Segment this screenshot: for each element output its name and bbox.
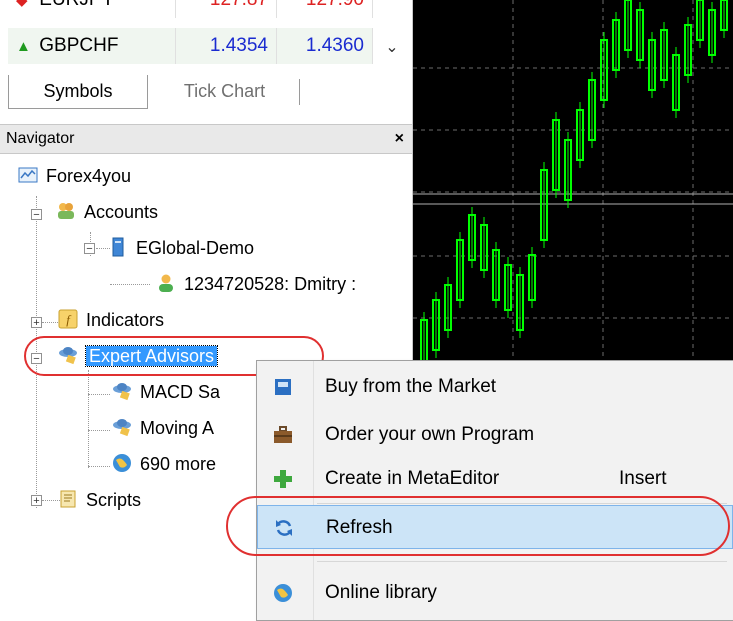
market-watch-row[interactable]: ◆ EURJPY 127.87 127.90: [8, 0, 373, 18]
tree-line: [88, 370, 89, 468]
indicator-icon: f: [58, 309, 78, 329]
server-icon: [112, 237, 124, 257]
tree-item-label: Forex4you: [46, 166, 132, 186]
tab-tick-chart[interactable]: Tick Chart: [150, 79, 300, 105]
tree-line: [88, 466, 110, 467]
expert-advisor-icon: [113, 383, 131, 401]
navigator-header: Navigator ×: [0, 124, 412, 154]
expand-icon[interactable]: +: [31, 317, 42, 329]
market-watch-table: ◆ EURJPY 127.87 127.90 ▲ GBPCHF 1.4354 1…: [0, 0, 412, 75]
menu-item-label: Order your own Program: [325, 424, 535, 445]
plus-icon: [274, 470, 292, 488]
tree-line: [88, 394, 110, 395]
terminal-icon: [18, 167, 38, 183]
context-menu: Buy from the Market Order your own Progr…: [256, 360, 733, 621]
tree-item-label: Scripts: [86, 490, 142, 510]
bid-cell: 127.87: [176, 0, 277, 18]
accounts-icon: [58, 203, 74, 220]
tree-item-label: Indicators: [86, 310, 165, 330]
ask-cell: 127.90: [277, 0, 373, 18]
down-arrow-icon: ◆: [16, 0, 28, 9]
tree-item-accounts[interactable]: Accounts: [56, 196, 158, 228]
market-watch-tabs: Symbols Tick Chart: [8, 75, 412, 111]
menu-item-online-library[interactable]: Online library: [257, 571, 733, 615]
menu-item-create-in-metaeditor[interactable]: Create in MetaEditor Insert: [257, 457, 733, 501]
user-icon: [159, 274, 173, 293]
globe-icon: [274, 584, 292, 602]
symbol-cell: ◆ EURJPY: [8, 0, 176, 18]
menu-item-buy-from-market[interactable]: Buy from the Market: [257, 365, 733, 409]
scroll-down-icon[interactable]: ⌄: [380, 30, 404, 66]
up-arrow-icon: ▲: [16, 38, 31, 55]
menu-item-label: Create in MetaEditor: [325, 468, 500, 489]
tree-item-scripts[interactable]: Scripts: [58, 484, 141, 516]
tree-line: [88, 430, 110, 431]
navigator-title: Navigator: [6, 130, 75, 147]
market-watch-row[interactable]: ▲ GBPCHF 1.4354 1.4360: [8, 28, 373, 64]
tree-item-moving[interactable]: Moving A: [112, 412, 214, 444]
symbol-cell: ▲ GBPCHF: [8, 28, 176, 64]
tree-item-label: EGlobal-Demo: [136, 238, 255, 258]
tree-item-label: 1234720528: Dmitry :: [184, 274, 357, 294]
expand-icon[interactable]: +: [31, 495, 42, 507]
tree-item-label: 690 more: [140, 454, 217, 474]
tab-symbols[interactable]: Symbols: [8, 75, 148, 109]
menu-item-order-program[interactable]: Order your own Program: [257, 413, 733, 457]
close-icon[interactable]: ×: [395, 125, 404, 153]
menu-separator: [317, 561, 727, 562]
scripts-icon: [60, 490, 76, 508]
tree-item-server[interactable]: EGlobal-Demo: [108, 232, 254, 264]
market-icon: [275, 379, 291, 395]
bid-cell: 1.4354: [176, 28, 277, 64]
tree-item-account[interactable]: 1234720528: Dmitry :: [156, 268, 356, 300]
ask-cell: 1.4360: [277, 28, 373, 64]
annotation-ellipse: [226, 496, 730, 556]
tree-item-label: Moving A: [140, 418, 215, 438]
tree-line: [110, 284, 150, 285]
globe-icon: [113, 454, 131, 473]
tree-item-more[interactable]: 690 more: [112, 448, 216, 480]
tree-item-label: MACD Sa: [140, 382, 221, 402]
tree-item-indicators[interactable]: f Indicators: [58, 304, 164, 336]
symbol-name: GBPCHF: [39, 35, 119, 56]
briefcase-icon: [274, 426, 292, 443]
expert-advisor-icon: [113, 419, 131, 437]
tree-item-macd[interactable]: MACD Sa: [112, 376, 220, 408]
menu-item-label: Online library: [325, 582, 437, 603]
symbol-name: EURJPY: [39, 0, 114, 10]
menu-item-label: Buy from the Market: [325, 376, 497, 397]
tree-item-label: Accounts: [84, 202, 159, 222]
collapse-icon[interactable]: −: [31, 209, 42, 221]
collapse-icon[interactable]: −: [84, 243, 95, 255]
tree-item-forex4you[interactable]: Forex4you: [18, 160, 131, 192]
menu-item-shortcut: Insert: [619, 468, 667, 489]
